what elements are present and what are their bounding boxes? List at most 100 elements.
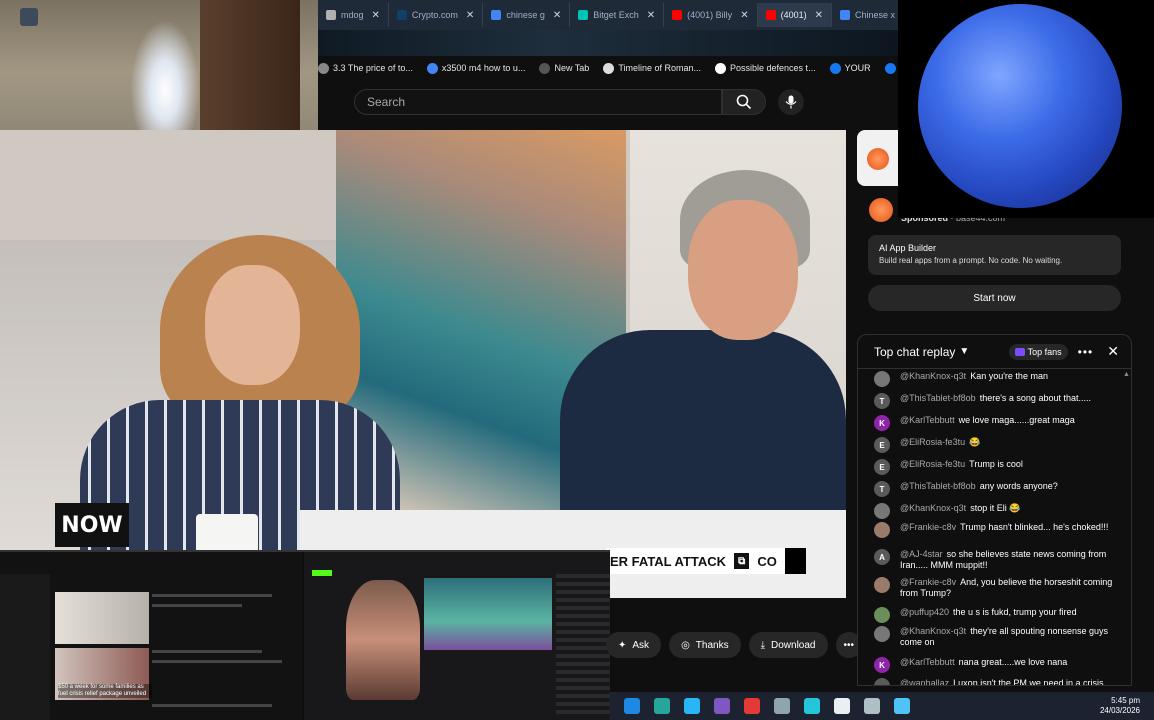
- chat-message[interactable]: @KhanKnox-q3t stop it Eli 😂: [858, 503, 1123, 519]
- avatar[interactable]: K: [874, 657, 890, 673]
- chat-text: 😂: [969, 437, 981, 447]
- store-icon[interactable]: [654, 698, 670, 714]
- chat-author[interactable]: @Frankie-c8v: [900, 522, 956, 532]
- browser-tab[interactable]: mdog ✕: [318, 3, 389, 27]
- bookmark-item[interactable]: New Tab: [539, 62, 589, 74]
- chat-message-body: @EliRosia-fe3tu 😂: [900, 437, 980, 448]
- tab-close-icon[interactable]: ✕: [740, 10, 748, 21]
- app-icon[interactable]: [714, 698, 730, 714]
- tab-close-icon[interactable]: ✕: [466, 10, 474, 21]
- bookmark-item[interactable]: Possible defences t...: [715, 62, 816, 74]
- tab-close-icon[interactable]: ✕: [815, 10, 823, 21]
- chat-text: nana great.....we love nana: [958, 657, 1068, 667]
- system-clock[interactable]: 5:45 pm 24/03/2026: [1100, 696, 1140, 716]
- browser-tab[interactable]: Chinese x✕: [832, 3, 898, 27]
- voice-search-button[interactable]: [778, 89, 804, 115]
- top-fans-button[interactable]: Top fans: [1008, 343, 1068, 360]
- avatar[interactable]: T: [874, 393, 890, 409]
- scroll-up-icon[interactable]: ▲: [1123, 371, 1130, 378]
- chat-mode-dropdown[interactable]: Top chat replay: [874, 345, 955, 359]
- telegram-icon[interactable]: [684, 698, 700, 714]
- chat-message[interactable]: K @KarlTebbutt nana great.....we love nana: [858, 657, 1123, 673]
- chat-message[interactable]: @wanhallaz Luxon isn't the PM we need in …: [858, 678, 1123, 685]
- download-button[interactable]: ⤓ Download: [748, 632, 828, 658]
- chat-author[interactable]: @wanhallaz: [900, 678, 949, 685]
- chat-author[interactable]: @ThisTablet-bf8ob: [900, 481, 976, 491]
- bookmark-item[interactable]: Facebook green: [884, 62, 898, 74]
- avatar[interactable]: [874, 371, 890, 387]
- avatar[interactable]: [874, 607, 890, 623]
- video-player[interactable]: NOW ER FATAL ATTACK ⧉ CO: [0, 130, 846, 598]
- chat-author[interactable]: @EliRosia-fe3tu: [900, 459, 965, 469]
- chat-author[interactable]: @KarlTebbutt: [900, 657, 955, 667]
- chat-message[interactable]: E @EliRosia-fe3tu Trump is cool: [858, 459, 1123, 475]
- avatar[interactable]: K: [874, 415, 890, 431]
- bookmark-item[interactable]: YOUR: [829, 62, 871, 74]
- chat-message[interactable]: @KhanKnox-q3t Kan you're the man: [858, 371, 1123, 387]
- snip-icon[interactable]: [894, 698, 910, 714]
- chat-message[interactable]: A @AJ-4star so she believes state news com…: [858, 549, 1123, 571]
- start-now-button[interactable]: Start now: [868, 285, 1121, 311]
- close-icon[interactable]: ✕: [1107, 343, 1119, 360]
- gamepad-icon[interactable]: [774, 698, 790, 714]
- avatar[interactable]: [874, 577, 890, 593]
- chat-author[interactable]: @puffup420: [900, 607, 949, 617]
- chat-message[interactable]: E @EliRosia-fe3tu 😂: [858, 437, 1123, 453]
- thanks-button[interactable]: ◎ Thanks: [669, 632, 741, 658]
- tab-close-icon[interactable]: ✕: [647, 10, 655, 21]
- chat-message[interactable]: @puffup420 the u s is fukd, trump your fi…: [858, 607, 1123, 623]
- chat-author[interactable]: @AJ-4star: [900, 549, 943, 559]
- chat-author[interactable]: @KhanKnox-q3t: [900, 626, 966, 636]
- tab-close-icon[interactable]: ✕: [372, 10, 380, 21]
- chat-author[interactable]: @EliRosia-fe3tu: [900, 437, 965, 447]
- chat-author[interactable]: @KarlTebbutt: [900, 415, 955, 425]
- settings-icon[interactable]: [864, 698, 880, 714]
- chat-message[interactable]: K @KarlTebbutt we love maga......great mag…: [858, 415, 1123, 431]
- avatar[interactable]: A: [874, 549, 890, 565]
- bookmark-item[interactable]: x3500 m4 how to u...: [426, 62, 525, 74]
- chat-more-icon[interactable]: •••: [1078, 345, 1094, 359]
- edge-icon[interactable]: [804, 698, 820, 714]
- flash-icon[interactable]: [744, 698, 760, 714]
- avatar[interactable]: [874, 626, 890, 642]
- bookmark-favicon-icon: [539, 62, 551, 74]
- avatar[interactable]: E: [874, 437, 890, 453]
- chat-author[interactable]: @ThisTablet-bf8ob: [900, 393, 976, 403]
- chat-message[interactable]: @Frankie-c8v And, you believe the horsesh…: [858, 577, 1123, 599]
- search-button[interactable]: [722, 89, 766, 115]
- chat-message[interactable]: @Frankie-c8v Trump hasn't blinked... he's…: [858, 522, 1123, 538]
- avatar[interactable]: [874, 522, 890, 538]
- tab-close-icon[interactable]: ✕: [553, 10, 561, 21]
- ad-description-card[interactable]: AI App Builder Build real apps from a pr…: [868, 235, 1121, 275]
- browser-tab[interactable]: Bitget Exch ✕: [570, 3, 665, 27]
- avatar[interactable]: [874, 678, 890, 685]
- ask-button[interactable]: ✦ Ask: [606, 632, 662, 658]
- chat-author[interactable]: @KhanKnox-q3t: [900, 371, 966, 381]
- chat-message[interactable]: T @ThisTablet-bf8ob any words anyone?: [858, 481, 1123, 497]
- browser-tab[interactable]: (4001) ✕: [757, 3, 832, 27]
- search-input[interactable]: Search: [354, 89, 722, 115]
- browser-tab[interactable]: (4001) Billy ✕: [664, 3, 758, 27]
- ad-card[interactable]: [857, 130, 899, 186]
- chevron-down-icon[interactable]: ▼: [959, 346, 969, 357]
- chat-message-body: @KhanKnox-q3t stop it Eli 😂: [900, 503, 1020, 514]
- avatar[interactable]: [874, 503, 890, 519]
- tab-favicon-icon: [839, 10, 850, 20]
- files-icon[interactable]: [624, 698, 640, 714]
- browser-tab[interactable]: Crypto.com ✕: [389, 3, 484, 27]
- avatar[interactable]: T: [874, 481, 890, 497]
- chat-text: there's a song about that.....: [979, 393, 1091, 403]
- mini-text-line: [152, 604, 242, 607]
- avatar[interactable]: E: [874, 459, 890, 475]
- shield-icon[interactable]: [834, 698, 850, 714]
- bookmark-item[interactable]: 3.3 The price of to...: [318, 62, 413, 74]
- chat-author[interactable]: @KhanKnox-q3t: [900, 503, 966, 513]
- planet-overlay: [898, 0, 1154, 218]
- chat-message[interactable]: T @ThisTablet-bf8ob there's a song about t…: [858, 393, 1123, 409]
- bookmark-item[interactable]: Timeline of Roman...: [603, 62, 701, 74]
- browser-tab-bar: mdog ✕ Crypto.com ✕ chinese g ✕ Bitget Exch ✕ (4…: [318, 0, 898, 30]
- chat-message-body: @KarlTebbutt nana great.....we love nana: [900, 657, 1067, 668]
- browser-tab[interactable]: chinese g ✕: [483, 3, 571, 27]
- chat-author[interactable]: @Frankie-c8v: [900, 577, 956, 587]
- chat-message[interactable]: @KhanKnox-q3t they're all spouting nonsen…: [858, 626, 1123, 648]
